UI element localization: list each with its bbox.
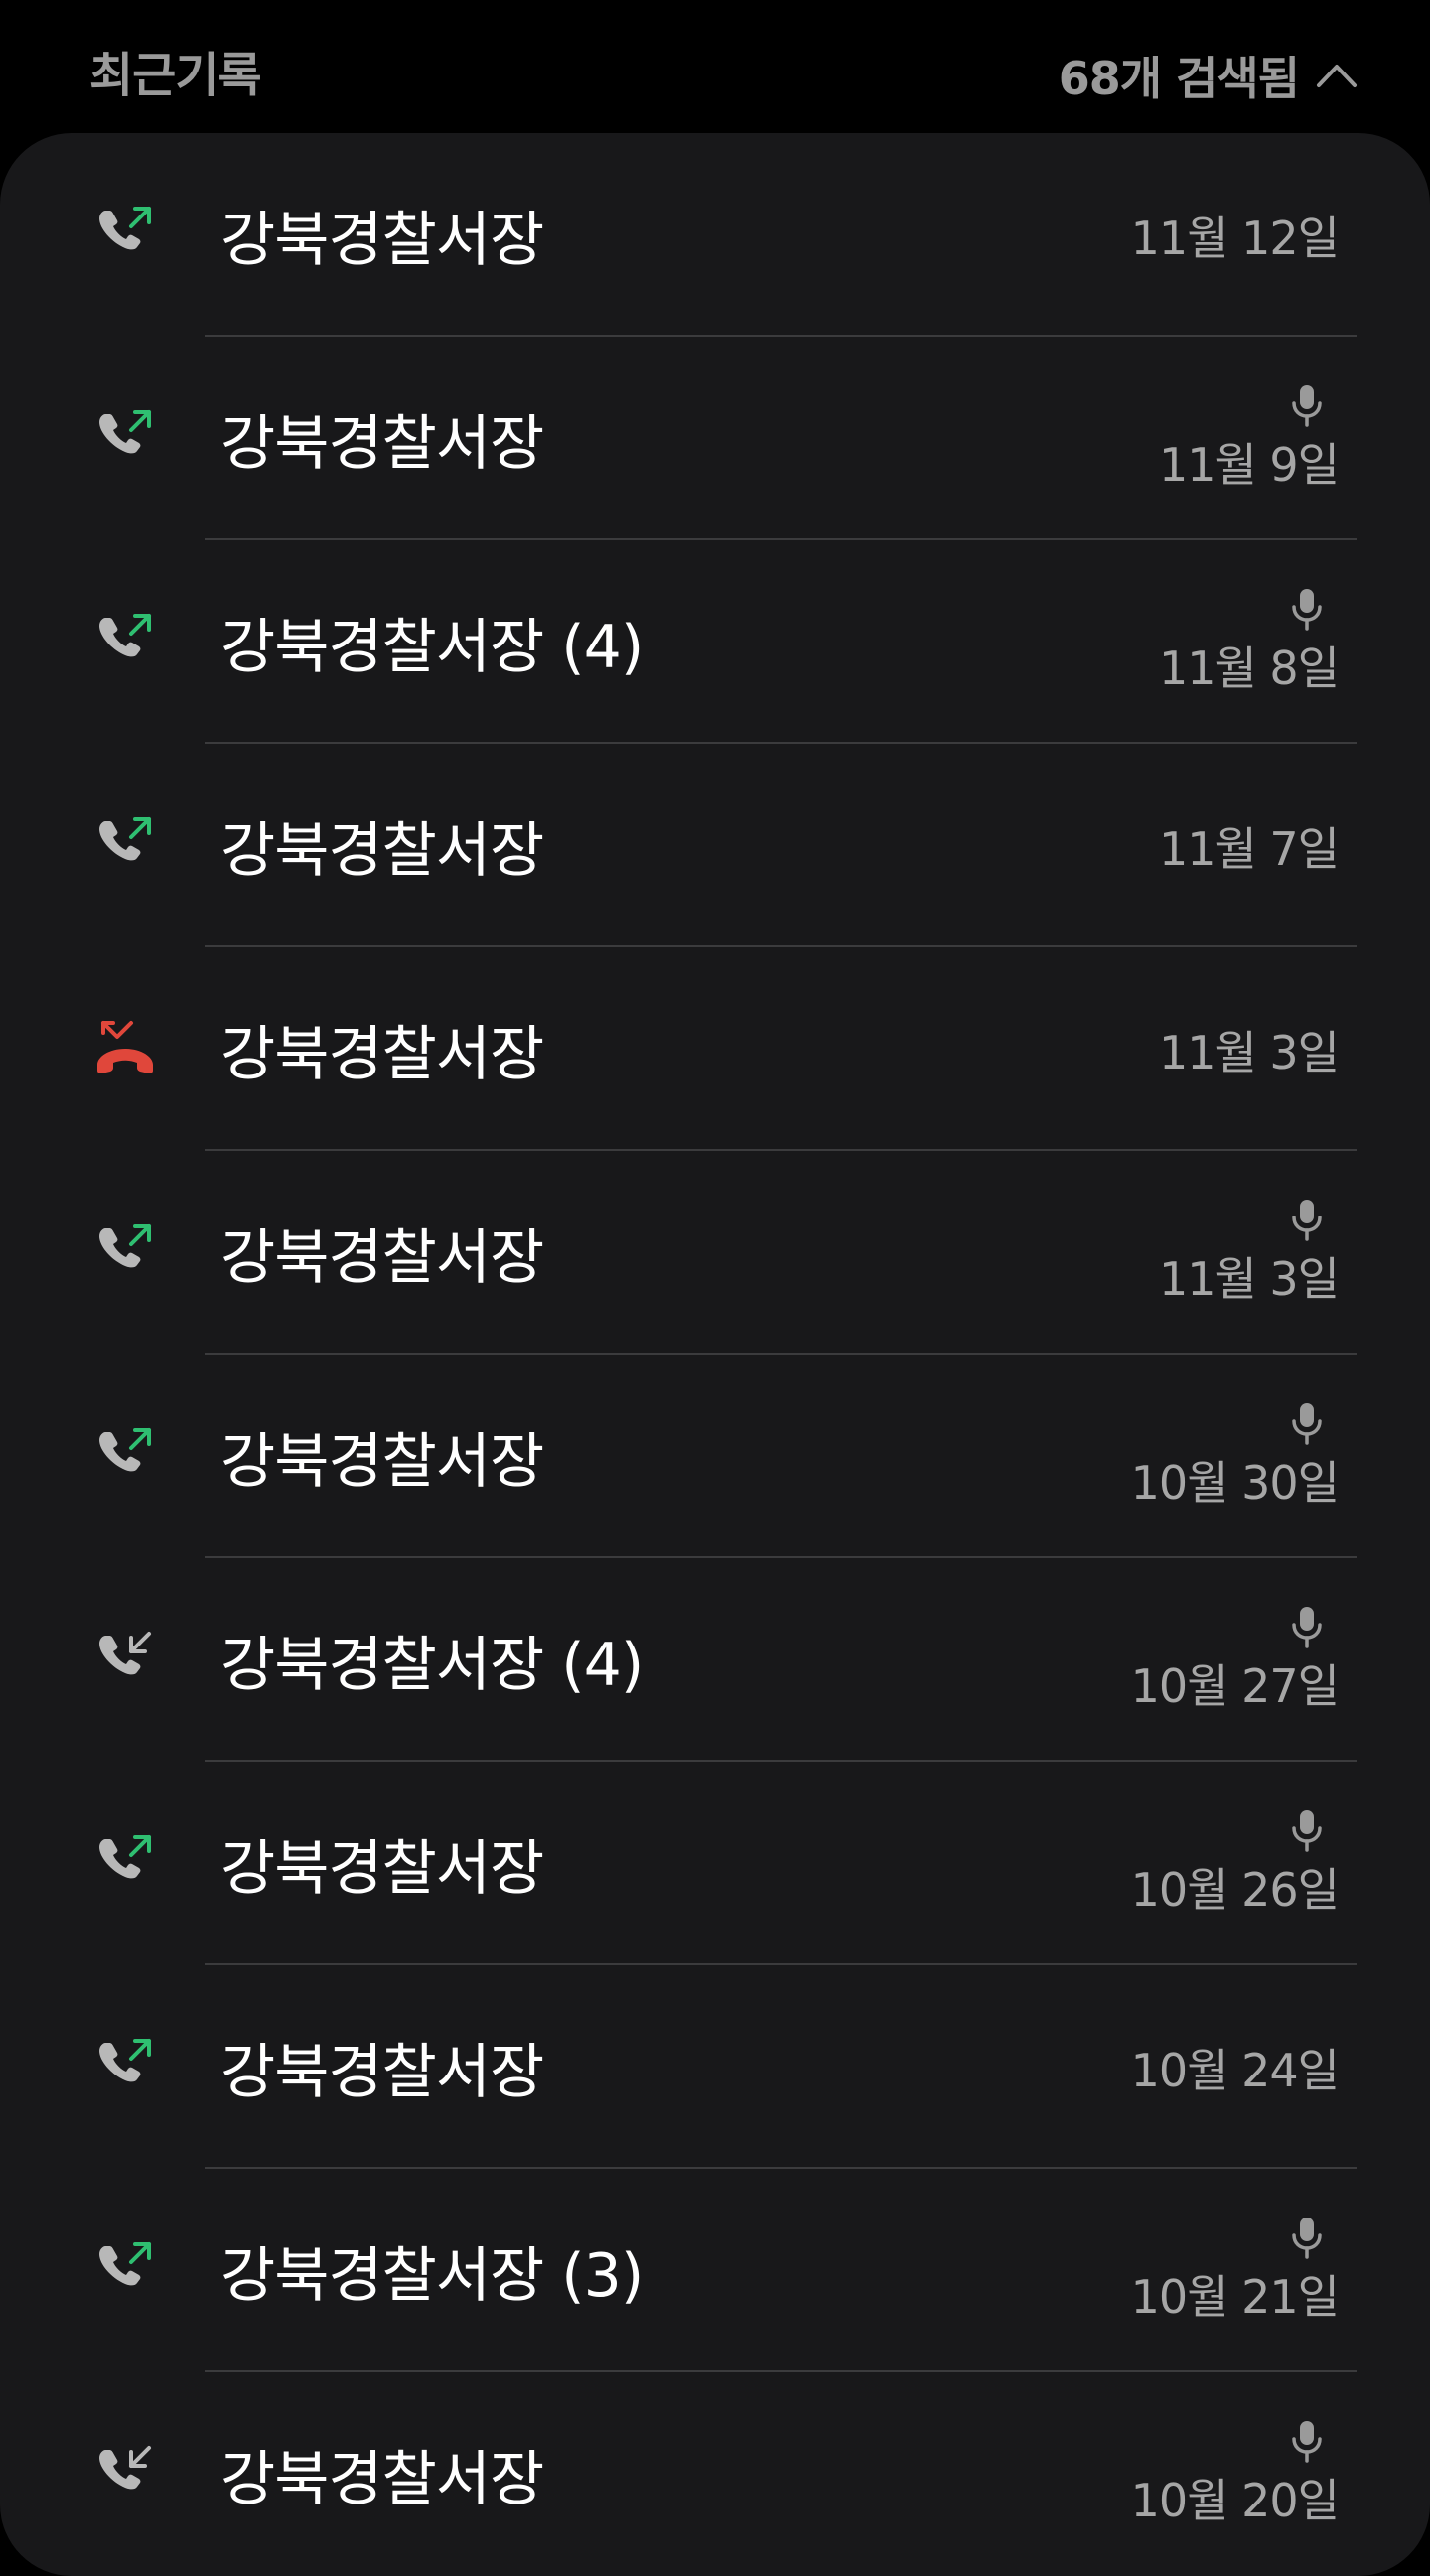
call-meta: 10월 26일: [1130, 1762, 1340, 1965]
outgoing-call-icon: [91, 1829, 159, 1897]
microphone-icon: [1287, 383, 1327, 427]
outgoing-call-icon: [91, 608, 159, 675]
call-meta: 10월 27일: [1130, 1558, 1340, 1762]
call-date: 11월 7일: [1158, 821, 1340, 876]
call-log-row[interactable]: 강북경찰서장 11월 9일: [0, 337, 1430, 540]
call-date: 10월 26일: [1130, 1862, 1340, 1917]
call-date: 10월 24일: [1130, 2043, 1340, 2097]
call-date: 11월 3일: [1158, 1025, 1340, 1079]
call-log-row[interactable]: 강북경찰서장 10월 26일: [0, 1762, 1430, 1965]
call-meta: 11월 8일: [1158, 540, 1340, 744]
page-title: 최근기록: [89, 48, 262, 103]
outgoing-call-icon: [91, 1422, 159, 1490]
call-meta: 10월 20일: [1130, 2372, 1340, 2576]
outgoing-call-icon: [91, 201, 159, 268]
call-date: 10월 27일: [1130, 1658, 1340, 1713]
contact-name: 강북경찰서장: [220, 2038, 544, 2107]
contact-name: 강북경찰서장 (4): [220, 1631, 644, 1700]
call-log-list: 강북경찰서장 11월 12일 강북경찰서장 11월 9일 강북경찰서장 (4) 11월 8…: [0, 133, 1430, 2576]
call-meta: 11월 7일: [1158, 744, 1340, 947]
outgoing-call-icon: [91, 2236, 159, 2304]
contact-name: 강북경찰서장: [220, 409, 544, 479]
call-log-row[interactable]: 강북경찰서장 (3) 10월 21일: [0, 2169, 1430, 2372]
call-log-row[interactable]: 강북경찰서장 10월 24일: [0, 1965, 1430, 2169]
call-meta: 10월 24일: [1130, 1965, 1340, 2169]
incoming-call-icon: [91, 2440, 159, 2507]
call-meta: 11월 9일: [1158, 337, 1340, 540]
incoming-call-icon: [91, 1626, 159, 1693]
call-meta: 10월 21일: [1130, 2169, 1340, 2372]
call-log-row[interactable]: 강북경찰서장 11월 3일: [0, 1151, 1430, 1355]
microphone-icon: [1287, 2419, 1327, 2463]
microphone-icon: [1287, 2216, 1327, 2259]
contact-name: 강북경찰서장 (3): [220, 2241, 644, 2311]
microphone-icon: [1287, 1605, 1327, 1648]
chevron-up-icon[interactable]: [1315, 54, 1358, 97]
result-count: 68개 검색됨: [1058, 52, 1300, 105]
microphone-icon: [1287, 1401, 1327, 1445]
outgoing-call-icon: [91, 1218, 159, 1286]
contact-name: 강북경찰서장: [220, 1020, 544, 1089]
call-date: 11월 8일: [1158, 641, 1340, 695]
header: 최근기록 68개 검색됨: [0, 0, 1430, 133]
microphone-icon: [1287, 1198, 1327, 1241]
microphone-icon: [1287, 587, 1327, 631]
result-toggle[interactable]: 68개 검색됨: [1059, 44, 1358, 107]
call-log-row[interactable]: 강북경찰서장 11월 12일: [0, 133, 1430, 337]
contact-name: 강북경찰서장: [220, 1223, 544, 1293]
call-date: 11월 12일: [1130, 211, 1340, 265]
contact-name: 강북경찰서장: [220, 816, 544, 886]
outgoing-call-icon: [91, 404, 159, 472]
microphone-icon: [1287, 1808, 1327, 1852]
contact-name: 강북경찰서장: [220, 2445, 544, 2514]
call-date: 10월 30일: [1130, 1455, 1340, 1509]
call-meta: 11월 3일: [1158, 947, 1340, 1151]
call-log-row[interactable]: 강북경찰서장 11월 3일: [0, 947, 1430, 1151]
outgoing-call-icon: [91, 811, 159, 879]
missed-call-icon: [91, 1015, 159, 1082]
call-date: 11월 9일: [1158, 437, 1340, 492]
call-log-row[interactable]: 강북경찰서장 (4) 11월 8일: [0, 540, 1430, 744]
contact-name: 강북경찰서장: [220, 1834, 544, 1904]
contact-name: 강북경찰서장: [220, 206, 544, 275]
call-log-row[interactable]: 강북경찰서장 (4) 10월 27일: [0, 1558, 1430, 1762]
contact-name: 강북경찰서장 (4): [220, 613, 644, 682]
call-date: 11월 3일: [1158, 1251, 1340, 1306]
call-meta: 11월 3일: [1158, 1151, 1340, 1355]
call-meta: 10월 30일: [1130, 1355, 1340, 1558]
call-date: 10월 21일: [1130, 2269, 1340, 2324]
outgoing-call-icon: [91, 2033, 159, 2100]
call-date: 10월 20일: [1130, 2473, 1340, 2527]
contact-name: 강북경찰서장: [220, 1427, 544, 1497]
call-meta: 11월 12일: [1130, 133, 1340, 337]
call-log-row[interactable]: 강북경찰서장 10월 20일: [0, 2372, 1430, 2576]
call-log-row[interactable]: 강북경찰서장 11월 7일: [0, 744, 1430, 947]
call-log-row[interactable]: 강북경찰서장 10월 30일: [0, 1355, 1430, 1558]
